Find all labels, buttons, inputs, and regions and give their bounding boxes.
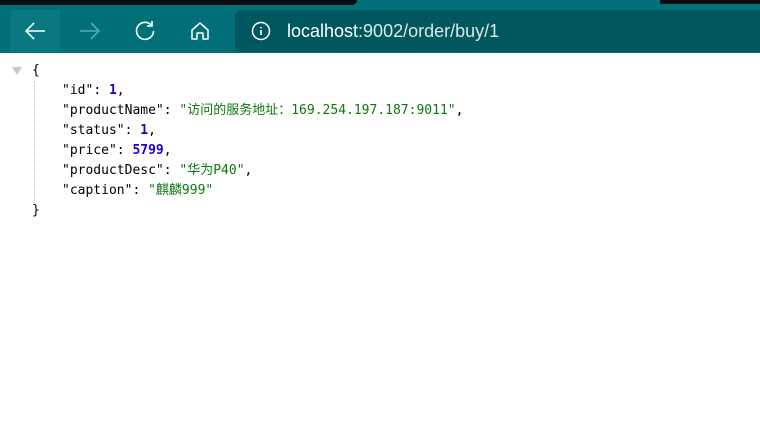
json-value: "华为P40" — [179, 163, 245, 178]
url-host: localhost — [287, 20, 359, 41]
json-row: "caption": "麒麟999" — [62, 181, 213, 201]
comma: , — [148, 123, 156, 138]
json-key: "price" — [62, 143, 117, 158]
info-icon[interactable] — [251, 21, 271, 41]
separator: : — [163, 103, 180, 118]
address-bar[interactable]: localhost:9002/order/buy/1 — [235, 10, 760, 52]
separator: : — [116, 143, 133, 158]
reload-button[interactable] — [120, 10, 170, 52]
separator: : — [132, 183, 149, 198]
back-icon — [24, 22, 45, 40]
back-button[interactable] — [10, 10, 60, 52]
json-key: "productName" — [62, 103, 164, 118]
json-row: "productName": "访问的服务地址：169.254.197.187:… — [62, 101, 463, 121]
home-button[interactable] — [175, 10, 225, 52]
json-value: 1 — [140, 123, 149, 138]
open-brace: { — [32, 63, 40, 78]
json-row: "productDesc": "华为P40", — [62, 161, 252, 181]
separator: : — [124, 123, 141, 138]
url-text[interactable]: localhost:9002/order/buy/1 — [287, 21, 499, 42]
comma: , — [163, 143, 172, 158]
tab[interactable] — [660, 0, 760, 4]
json-row: "price": 5799, — [62, 141, 172, 161]
json-value: 1 — [108, 83, 117, 98]
json-key: "id" — [62, 83, 94, 98]
separator: : — [93, 83, 109, 98]
json-value: "访问的服务地址：169.254.197.187:9011" — [179, 103, 456, 118]
home-icon — [191, 22, 209, 40]
url-path: :9002/order/buy/1 — [358, 20, 500, 41]
json-key: "status" — [62, 123, 125, 138]
reload-icon — [135, 21, 155, 41]
browser-toolbar: localhost:9002/order/buy/1 — [0, 5, 760, 53]
collapse-toggle-icon[interactable] — [12, 67, 22, 75]
json-value: "麒麟999" — [148, 183, 214, 198]
indent-guide — [34, 81, 35, 203]
comma: , — [116, 83, 125, 98]
forward-button[interactable] — [65, 10, 115, 52]
json-key: "caption" — [62, 183, 133, 198]
json-row: "id": 1, — [62, 81, 125, 101]
close-brace: } — [32, 203, 40, 218]
forward-icon — [80, 22, 101, 40]
json-value: 5799 — [132, 143, 164, 158]
comma: , — [244, 163, 253, 178]
separator: : — [163, 163, 180, 178]
json-key: "productDesc" — [62, 163, 164, 178]
comma: , — [455, 103, 464, 118]
json-row: "status": 1, — [62, 121, 156, 141]
